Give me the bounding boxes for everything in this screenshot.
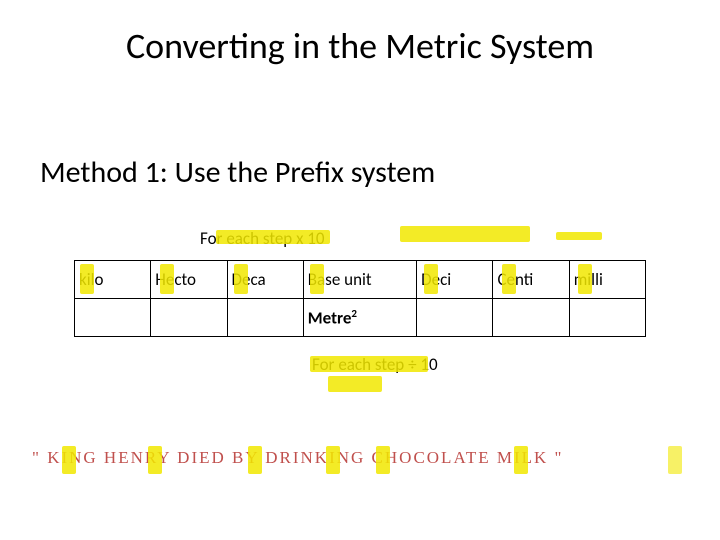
base-example-text: Metre — [308, 307, 352, 328]
base-example-cell: Metre2 — [303, 299, 416, 337]
highlight-stroke — [328, 376, 382, 392]
highlight-stroke — [668, 446, 682, 474]
empty-cell — [227, 299, 303, 337]
highlight-stroke — [310, 264, 324, 294]
highlight-stroke — [310, 356, 428, 372]
base-example-power: 2 — [351, 307, 357, 320]
empty-cell — [75, 299, 151, 337]
highlight-stroke — [216, 230, 330, 244]
highlight-stroke — [248, 446, 262, 474]
slide-title: Converting in the Metric System — [0, 24, 720, 68]
highlight-stroke — [400, 226, 530, 242]
table-row: Metre2 — [75, 299, 646, 337]
highlight-stroke — [578, 264, 592, 294]
mnemonic-text: " KING HENRY DIED BY DRINKING CHOCOLATE … — [32, 448, 563, 468]
highlight-stroke — [376, 446, 390, 474]
highlight-stroke — [514, 446, 528, 474]
empty-cell — [569, 299, 645, 337]
empty-cell — [417, 299, 493, 337]
highlight-stroke — [326, 446, 340, 474]
highlight-stroke — [556, 232, 602, 240]
highlight-stroke — [160, 264, 174, 294]
highlight-stroke — [502, 264, 516, 294]
method-heading: Method 1: Use the Prefix system — [40, 154, 435, 191]
highlight-stroke — [234, 264, 248, 294]
highlight-stroke — [62, 446, 76, 474]
empty-cell — [493, 299, 569, 337]
highlight-stroke — [80, 264, 94, 294]
highlight-stroke — [424, 264, 438, 294]
highlight-stroke — [148, 446, 162, 474]
empty-cell — [151, 299, 227, 337]
